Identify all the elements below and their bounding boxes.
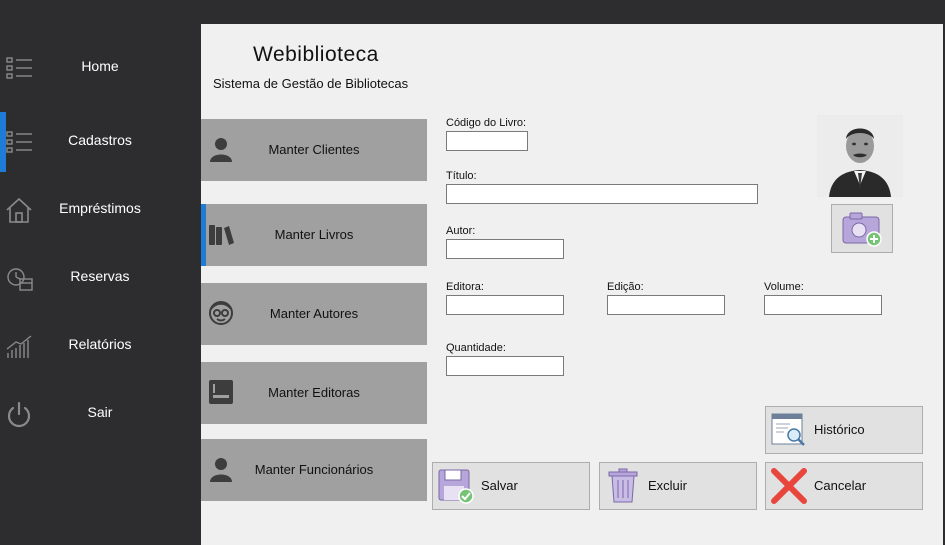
salvar-button[interactable]: Salvar xyxy=(432,462,590,510)
sidebar: Home Cadastros Empréstimos Reservas Rela… xyxy=(0,24,201,545)
page-subtitle: Sistema de Gestão de Bibliotecas xyxy=(213,76,409,91)
submenu-label: Manter Autores xyxy=(269,306,359,321)
excluir-button[interactable]: Excluir xyxy=(599,462,757,510)
autor-label: Autor: xyxy=(446,225,476,237)
house-icon xyxy=(6,197,32,223)
historico-label: Histórico xyxy=(814,422,865,437)
power-icon xyxy=(7,401,31,428)
codigo-field[interactable] xyxy=(446,131,528,151)
manter-livros-button[interactable]: Manter Livros xyxy=(201,204,427,266)
sidebar-item-sair[interactable]: Sair xyxy=(0,384,201,444)
volume-field[interactable] xyxy=(764,295,882,315)
manter-clientes-button[interactable]: Manter Clientes xyxy=(201,119,427,181)
page-title: Webiblioteca xyxy=(253,43,379,66)
sidebar-item-cadastros[interactable]: Cadastros xyxy=(0,112,201,172)
sidebar-item-reservas[interactable]: Reservas xyxy=(0,248,201,308)
sidebar-item-label: Relatórios xyxy=(68,336,132,352)
history-document-icon xyxy=(771,413,805,446)
camera-add-icon xyxy=(842,212,882,247)
add-photo-button[interactable] xyxy=(831,204,893,253)
volume-label: Volume: xyxy=(764,281,804,293)
salvar-label: Salvar xyxy=(481,478,518,493)
author-photo xyxy=(817,115,903,197)
editora-field[interactable] xyxy=(446,295,564,315)
quantidade-label: Quantidade: xyxy=(446,342,506,354)
codigo-label: Código do Livro: xyxy=(446,117,527,129)
sidebar-item-label: Reservas xyxy=(70,268,130,284)
titulo-field[interactable] xyxy=(446,184,758,204)
quantidade-field[interactable] xyxy=(446,356,564,376)
edicao-label: Edição: xyxy=(607,281,644,293)
bar-chart-icon xyxy=(6,335,32,358)
list-icon xyxy=(6,57,32,79)
editora-label: Editora: xyxy=(446,281,484,293)
manter-editoras-button[interactable]: Manter Editoras xyxy=(201,362,427,424)
cancelar-label: Cancelar xyxy=(814,478,867,493)
trash-icon xyxy=(608,468,638,503)
titulo-label: Título: xyxy=(446,170,477,182)
portrait-image xyxy=(817,115,903,197)
save-icon xyxy=(438,469,474,504)
sidebar-item-relatorios[interactable]: Relatórios xyxy=(0,316,201,376)
cancelar-button[interactable]: Cancelar xyxy=(765,462,923,510)
submenu-label: Manter Livros xyxy=(274,227,354,242)
main-content: Webiblioteca Sistema de Gestão de Biblio… xyxy=(201,24,943,545)
sidebar-item-emprestimos[interactable]: Empréstimos xyxy=(0,180,201,240)
sidebar-item-label: Cadastros xyxy=(68,132,132,148)
edicao-field[interactable] xyxy=(607,295,725,315)
sidebar-item-label: Sair xyxy=(87,404,113,420)
cancel-x-icon xyxy=(771,468,807,504)
list-icon xyxy=(6,131,32,153)
sidebar-item-home[interactable]: Home xyxy=(0,38,201,98)
submenu-label: Manter Clientes xyxy=(268,142,360,157)
app-window: Home Cadastros Empréstimos Reservas Rela… xyxy=(0,0,945,545)
sidebar-item-label: Empréstimos xyxy=(59,200,141,216)
manter-autores-button[interactable]: Manter Autores xyxy=(201,283,427,345)
title-bar xyxy=(0,0,945,24)
sidebar-item-label: Home xyxy=(81,58,119,74)
manter-funcionarios-button[interactable]: Manter Funcionários xyxy=(201,439,427,501)
submenu-label: Manter Funcionários xyxy=(254,462,374,477)
historico-button[interactable]: Histórico xyxy=(765,406,923,454)
alarm-calendar-icon xyxy=(7,268,33,291)
submenu-label: Manter Editoras xyxy=(268,385,360,400)
excluir-label: Excluir xyxy=(648,478,688,493)
autor-field[interactable] xyxy=(446,239,564,259)
